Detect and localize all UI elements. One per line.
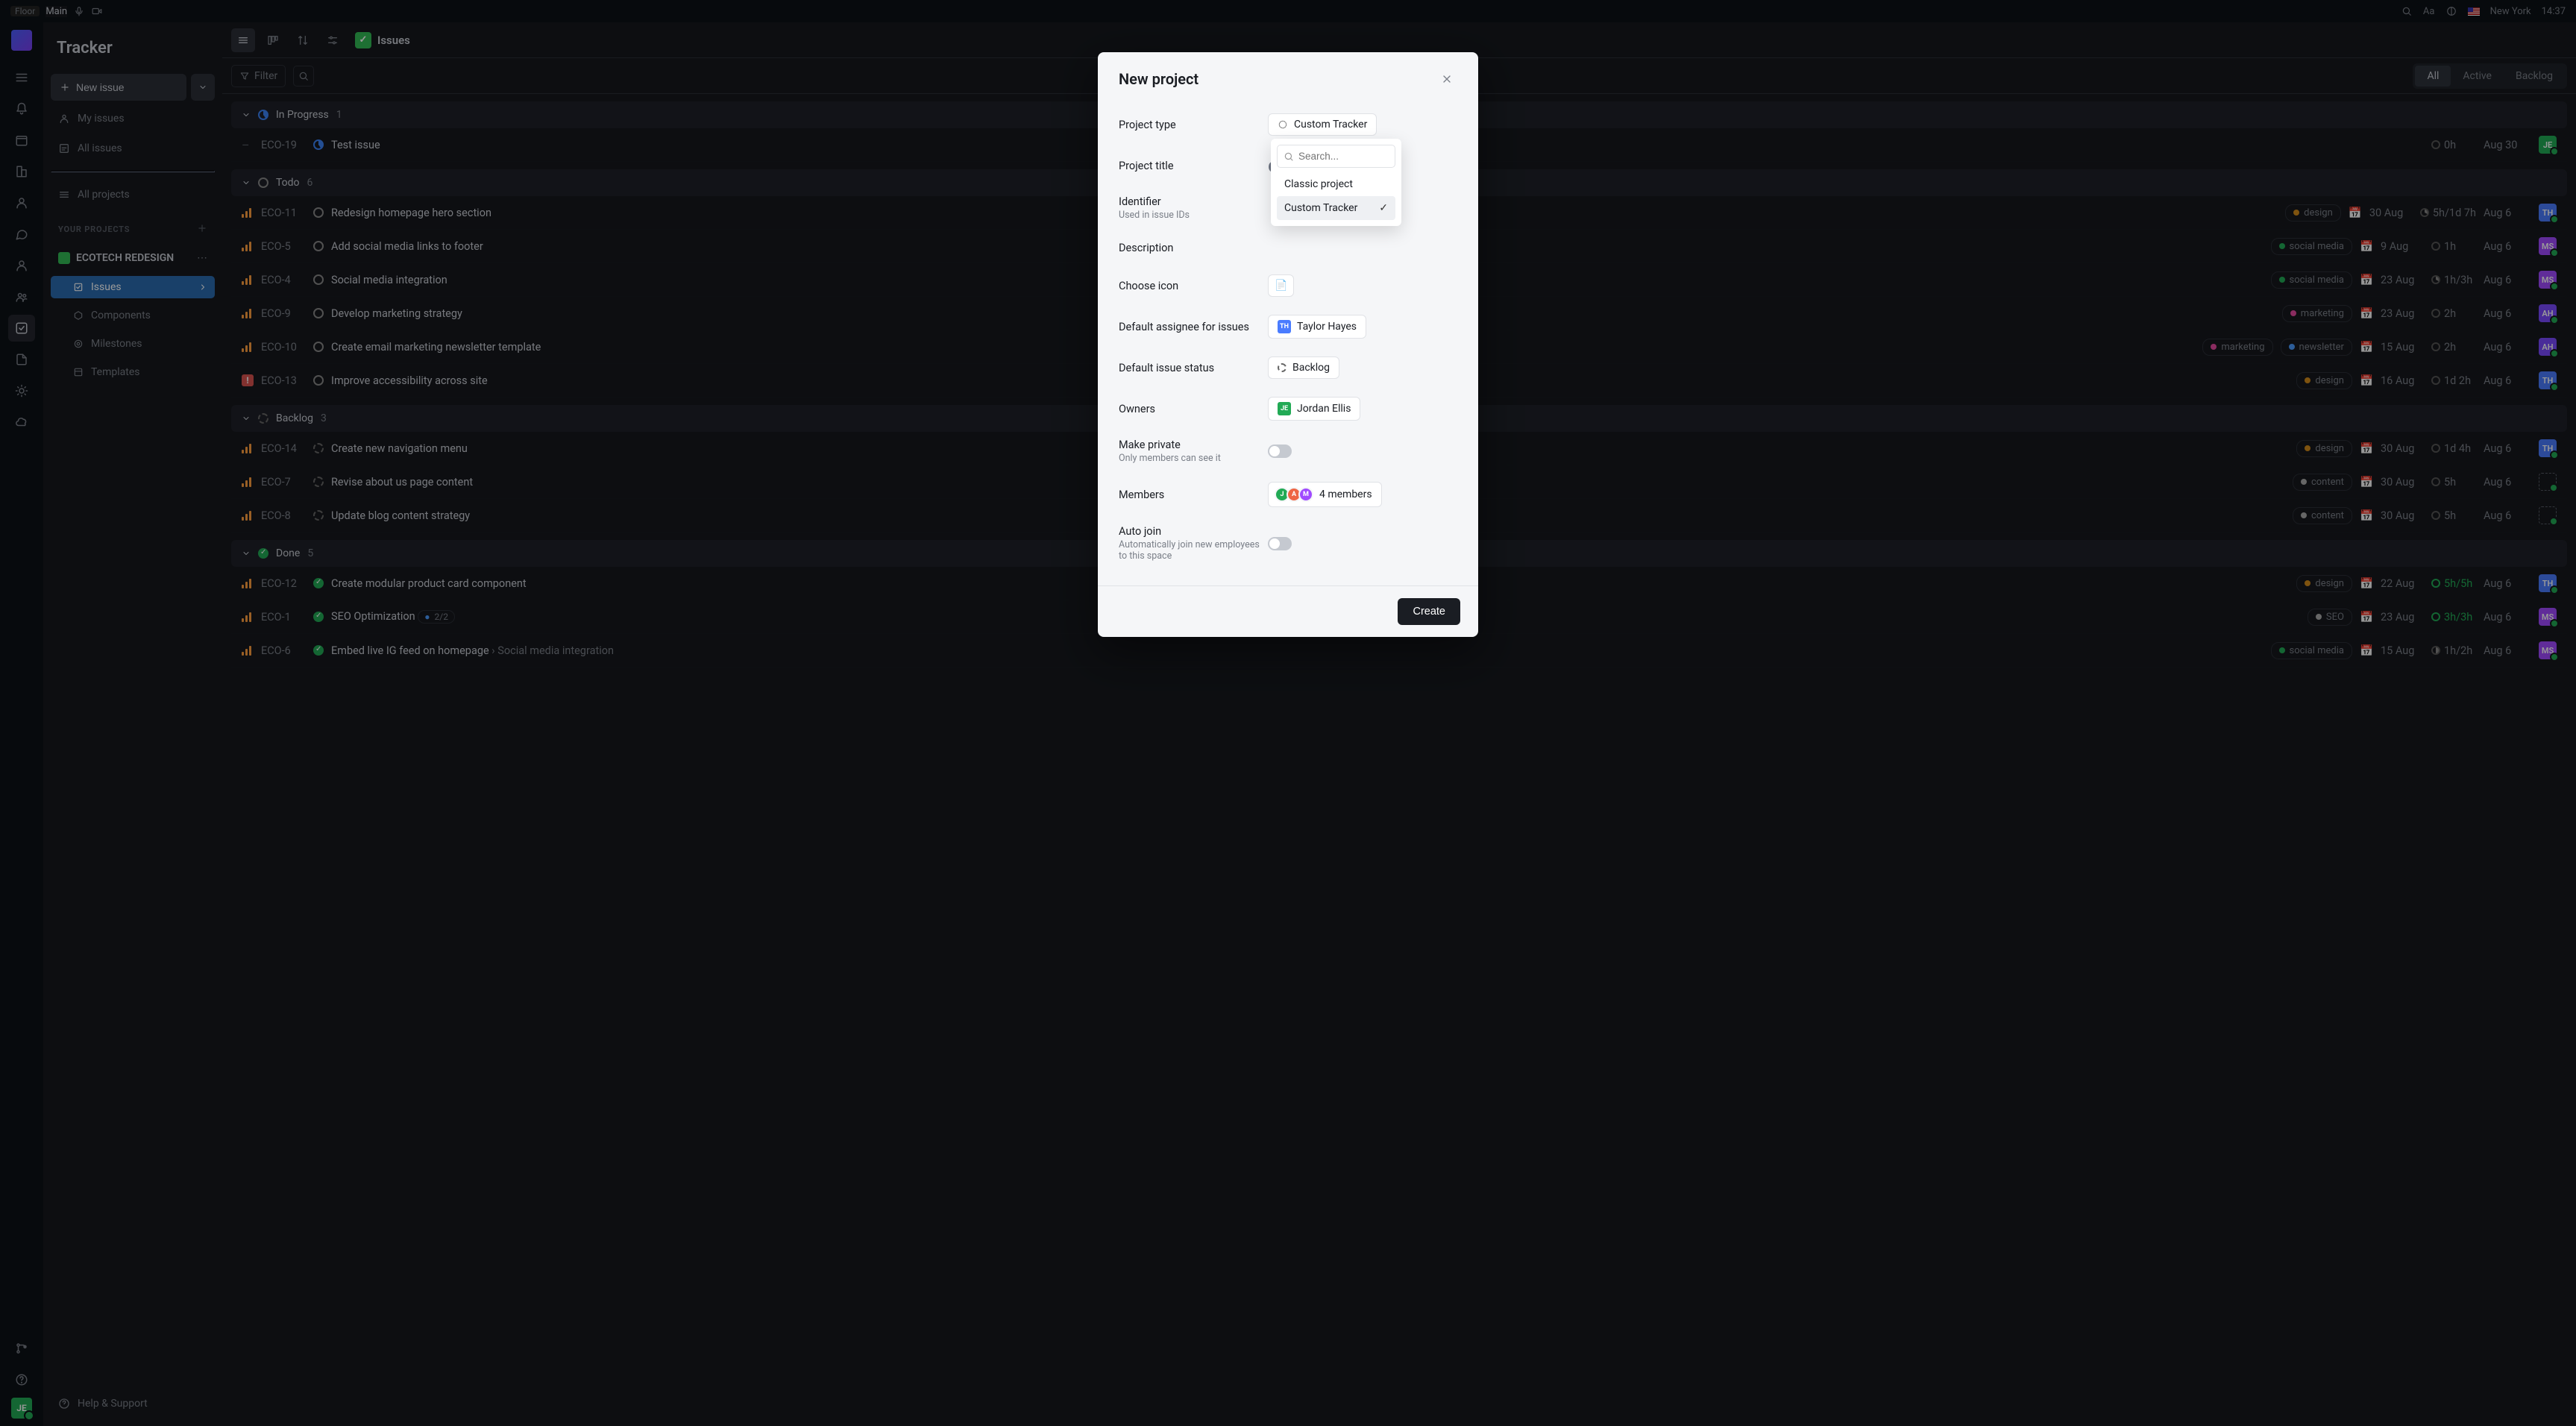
default-assignee-label: Default assignee for issues	[1119, 321, 1268, 333]
description-label: Description	[1119, 242, 1268, 254]
default-status-label: Default issue status	[1119, 362, 1268, 374]
dropdown-option-classic[interactable]: Classic project	[1277, 172, 1395, 196]
project-type-select[interactable]: Custom Tracker	[1268, 113, 1377, 136]
icon-picker[interactable]: 📄	[1268, 274, 1294, 297]
check-icon: ✓	[1379, 202, 1388, 214]
auto-join-toggle[interactable]	[1268, 537, 1292, 550]
modal-title: New project	[1119, 70, 1199, 88]
close-icon[interactable]	[1436, 69, 1457, 89]
auto-join-label: Auto join	[1119, 525, 1268, 538]
dropdown-option-custom[interactable]: Custom Tracker ✓	[1277, 196, 1395, 220]
make-private-label: Make private	[1119, 439, 1268, 451]
private-toggle[interactable]	[1268, 445, 1292, 458]
dropdown-search-input[interactable]	[1277, 145, 1395, 168]
choose-icon-label: Choose icon	[1119, 280, 1268, 292]
members-label: Members	[1119, 489, 1268, 501]
project-type-dropdown: Classic project Custom Tracker ✓	[1271, 139, 1401, 226]
project-title-label: Project title	[1119, 160, 1268, 172]
new-project-modal: New project Project type Custom Tracker …	[1098, 52, 1478, 637]
create-button[interactable]: Create	[1398, 598, 1460, 625]
auto-join-sublabel: Automatically join new employees to this…	[1119, 539, 1268, 562]
members-select[interactable]: J A M 4 members	[1268, 482, 1382, 507]
default-status-select[interactable]: Backlog	[1268, 356, 1339, 379]
make-private-sublabel: Only members can see it	[1119, 453, 1268, 464]
project-emoji-icon: 📄	[1275, 280, 1287, 292]
owners-select[interactable]: JE Jordan Ellis	[1268, 397, 1360, 421]
identifier-sublabel: Used in issue IDs	[1119, 210, 1268, 221]
owners-label: Owners	[1119, 403, 1268, 415]
identifier-label: Identifier	[1119, 195, 1268, 208]
modal-backdrop[interactable]: New project Project type Custom Tracker …	[0, 0, 2576, 1426]
project-type-label: Project type	[1119, 119, 1268, 131]
default-assignee-select[interactable]: TH Taylor Hayes	[1268, 315, 1366, 339]
